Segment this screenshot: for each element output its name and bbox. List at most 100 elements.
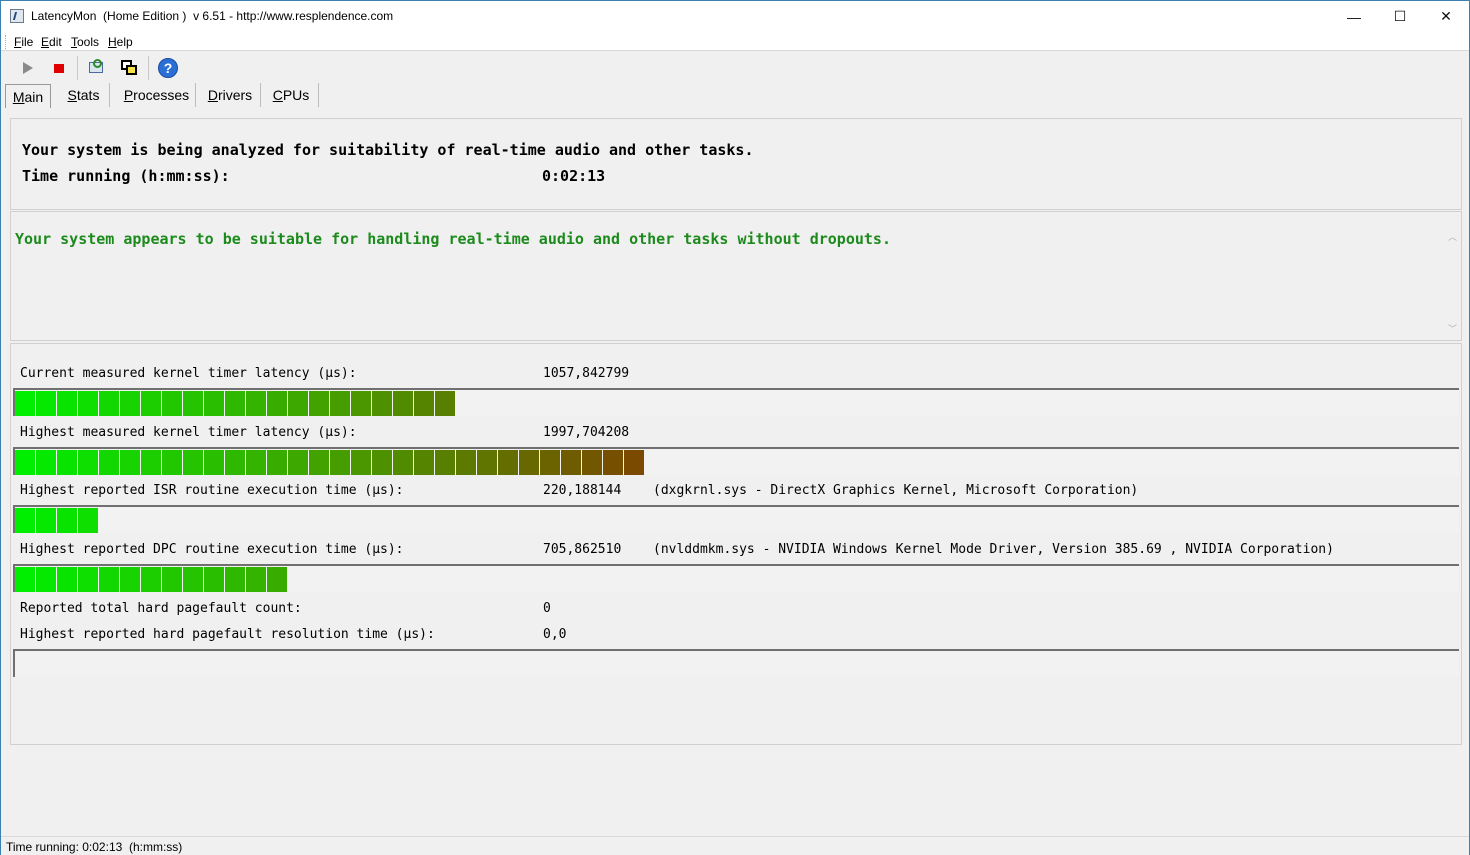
- current-latency-bar: [13, 388, 1459, 416]
- start-button[interactable]: [16, 56, 40, 80]
- minimize-button[interactable]: —: [1331, 1, 1377, 32]
- bar-segment: [183, 450, 203, 475]
- bar-segment: [120, 391, 140, 416]
- verdict-panel: Your system appears to be suitable for h…: [10, 211, 1462, 341]
- verdict-scrollbar[interactable]: ︿ ﹀: [1445, 226, 1459, 338]
- bar-segment: [414, 450, 434, 475]
- bar-segment: [225, 391, 245, 416]
- menu-help[interactable]: Help: [108, 35, 133, 49]
- status-text: Time running: 0:02:13 (h:mm:ss): [6, 840, 183, 854]
- bar-segment: [78, 508, 98, 533]
- menu-help-accel: H: [108, 35, 117, 49]
- bar-segment: [603, 450, 623, 475]
- help-button[interactable]: ?: [156, 56, 180, 80]
- bar-segment: [351, 450, 371, 475]
- bar-segment: [204, 391, 224, 416]
- bar-segment: [435, 450, 455, 475]
- tab-drivers[interactable]: Drivers: [200, 83, 261, 107]
- bar-segment: [372, 391, 392, 416]
- bar-segment: [183, 567, 203, 592]
- dpc-driver-info: (nvlddmkm.sys - NVIDIA Windows Kernel Mo…: [653, 542, 1334, 557]
- bar-segment: [15, 508, 35, 533]
- maximize-button[interactable]: ☐: [1377, 1, 1423, 32]
- highest-latency-value: 1997,704208: [543, 425, 630, 440]
- menu-help-label: elp: [116, 35, 133, 49]
- menu-tools[interactable]: Tools: [71, 35, 99, 49]
- tab-stats-label: tats: [76, 87, 100, 103]
- highest-latency-bar: [13, 447, 1459, 475]
- bar-segment: [456, 450, 476, 475]
- tab-cpus-accel: C: [272, 87, 283, 103]
- tab-stats[interactable]: Stats: [58, 83, 110, 107]
- scroll-down-icon[interactable]: ﹀: [1448, 326, 1457, 335]
- menu-file[interactable]: File: [14, 35, 33, 49]
- app-icon[interactable]: [10, 9, 24, 23]
- bar-segment: [78, 450, 98, 475]
- tab-processes-label: rocesses: [133, 87, 190, 103]
- bar-segment: [435, 391, 455, 416]
- tab-main-accel: M: [12, 89, 25, 105]
- stop-button[interactable]: [47, 56, 71, 80]
- menu-file-label: ile: [21, 35, 34, 49]
- bar-segment: [141, 450, 161, 475]
- scan-icon: [87, 59, 105, 77]
- bar-segment: [204, 567, 224, 592]
- bar-segment: [57, 567, 77, 592]
- bar-segment: [183, 391, 203, 416]
- bar-segment: [519, 450, 539, 475]
- title-bar[interactable]: LatencyMon (Home Edition ) v 6.51 - http…: [1, 1, 1469, 32]
- tab-strip: Main Stats Processes Drivers CPUs: [1, 83, 1469, 108]
- bar-segment: [141, 567, 161, 592]
- bar-segment: [162, 567, 182, 592]
- current-latency-label: Current measured kernel timer latency (µ…: [20, 366, 357, 381]
- menu-bar: File Edit Tools Help: [1, 32, 1469, 51]
- bar-segment: [225, 450, 245, 475]
- bar-segment: [120, 450, 140, 475]
- pagefault-count-value: 0: [543, 601, 551, 616]
- bar-segment: [57, 391, 77, 416]
- menu-edit[interactable]: Edit: [41, 35, 62, 49]
- menu-edit-label: dit: [49, 35, 62, 49]
- bar-segment: [225, 567, 245, 592]
- bar-segment: [351, 391, 371, 416]
- help-icon: ?: [158, 58, 178, 78]
- dpc-time-value: 705,862510: [543, 542, 622, 557]
- highest-latency-label: Highest measured kernel timer latency (µ…: [20, 425, 357, 440]
- bar-segment: [162, 391, 182, 416]
- tab-main-label: ain: [24, 89, 44, 105]
- isr-time-bar: [13, 505, 1459, 533]
- tab-main[interactable]: Main: [5, 84, 51, 108]
- bar-segment: [15, 391, 35, 416]
- tab-cpus[interactable]: CPUs: [264, 83, 319, 107]
- toolbar: ?: [1, 52, 1469, 82]
- bar-segment: [498, 450, 518, 475]
- isr-time-value: 220,188144: [543, 483, 622, 498]
- metrics-panel: Current measured kernel timer latency (µ…: [10, 343, 1462, 745]
- bar-segment: [624, 450, 644, 475]
- bar-segment: [288, 450, 308, 475]
- scroll-up-icon[interactable]: ︿: [1448, 234, 1457, 243]
- menu-edit-accel: E: [41, 35, 50, 49]
- pagefault-time-value: 0,0: [543, 627, 567, 642]
- bar-segment: [246, 567, 266, 592]
- menu-tools-label: ools: [77, 35, 100, 49]
- bar-segment: [414, 391, 434, 416]
- windows-button[interactable]: [117, 56, 141, 80]
- bar-segment: [288, 391, 308, 416]
- tab-processes[interactable]: Processes: [118, 83, 196, 107]
- app-window: LatencyMon (Home Edition ) v 6.51 - http…: [0, 0, 1470, 855]
- bar-segment: [99, 567, 119, 592]
- close-button[interactable]: ✕: [1423, 1, 1469, 32]
- bar-segment: [540, 450, 560, 475]
- bar-segment: [309, 391, 329, 416]
- bar-segment: [36, 567, 56, 592]
- bar-segment: [246, 450, 266, 475]
- time-running-label: Time running (h:mm:ss):: [22, 167, 230, 185]
- analyze-button[interactable]: [84, 56, 108, 80]
- bar-segment: [582, 450, 602, 475]
- bar-segment: [99, 450, 119, 475]
- window-icon: [120, 59, 138, 77]
- bar-segment: [309, 450, 329, 475]
- bar-segment: [57, 450, 77, 475]
- toolbar-separator: [77, 56, 78, 80]
